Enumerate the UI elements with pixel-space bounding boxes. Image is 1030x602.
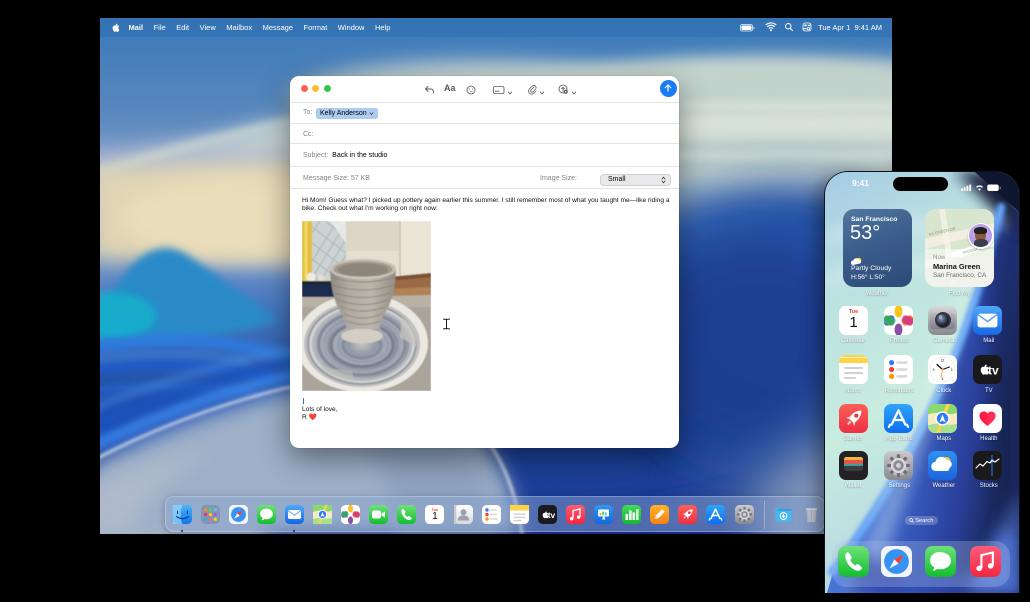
svg-text:tv: tv [547, 510, 555, 520]
svg-text:12: 12 [941, 359, 945, 363]
svg-text:9: 9 [933, 368, 935, 372]
svg-text:tv: tv [988, 364, 999, 378]
svg-text:3: 3 [951, 368, 953, 372]
svg-text:6: 6 [942, 377, 944, 381]
